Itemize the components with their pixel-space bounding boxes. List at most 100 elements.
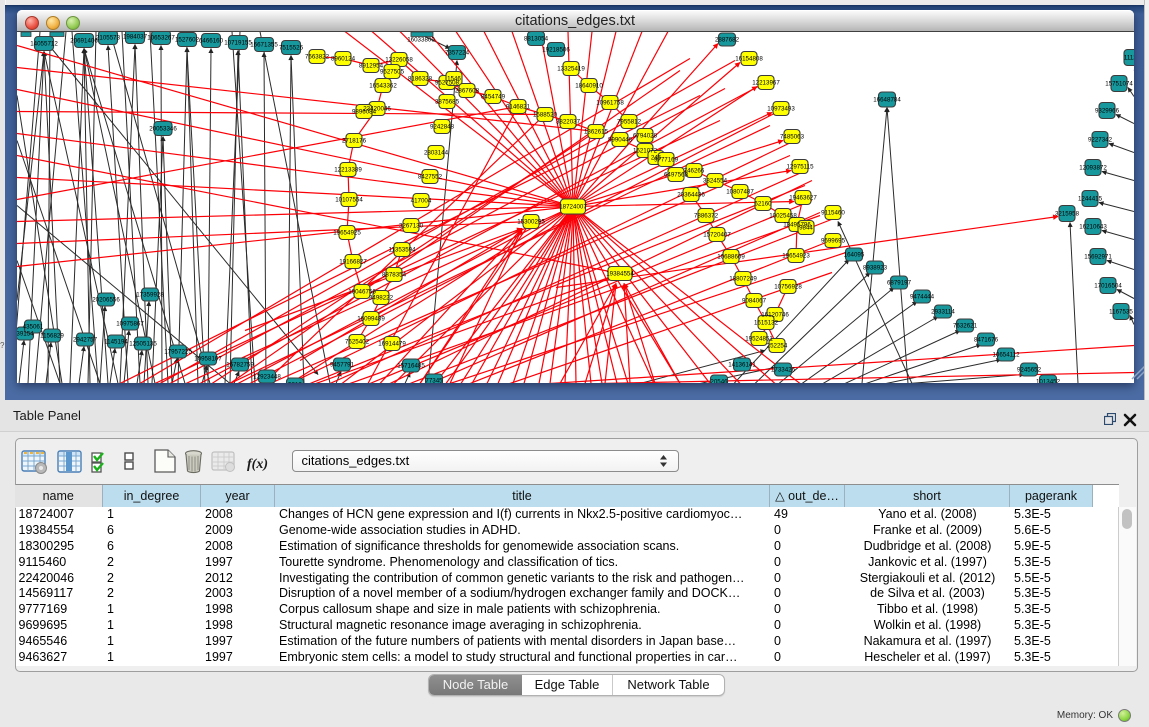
svg-text:39154: 39154 xyxy=(17,330,34,337)
svg-text:9474444: 9474444 xyxy=(909,293,934,300)
svg-text:1362615: 1362615 xyxy=(583,128,608,135)
svg-text:19654925: 19654925 xyxy=(333,229,361,236)
svg-text:7663822: 7663822 xyxy=(304,53,329,60)
svg-text:7625402: 7625402 xyxy=(344,338,369,345)
svg-text:19218506: 19218506 xyxy=(542,46,570,53)
svg-text:f(x): f(x) xyxy=(247,457,268,472)
svg-text:19463627: 19463627 xyxy=(789,194,817,201)
svg-text:20691406: 20691406 xyxy=(70,37,98,44)
svg-text:10688609: 10688609 xyxy=(717,253,745,260)
svg-text:5312: 5312 xyxy=(288,381,302,382)
svg-text:8813054: 8813054 xyxy=(523,35,548,42)
svg-text:8186328: 8186328 xyxy=(407,75,432,82)
svg-text:3267130: 3267130 xyxy=(398,222,423,229)
svg-text:2803144: 2803144 xyxy=(423,149,448,156)
svg-text:2942757: 2942757 xyxy=(72,336,97,343)
svg-text:1621072: 1621072 xyxy=(632,147,657,154)
svg-text:8454749: 8454749 xyxy=(480,93,505,100)
svg-text:435061: 435061 xyxy=(22,323,43,330)
svg-text:417004: 417004 xyxy=(410,197,431,204)
svg-text:16543362: 16543362 xyxy=(369,82,397,89)
svg-text:11353594: 11353594 xyxy=(388,246,416,253)
svg-text:2718176: 2718176 xyxy=(341,137,366,144)
svg-text:1984037: 1984037 xyxy=(122,33,147,40)
svg-text:7357224: 7357224 xyxy=(444,49,469,56)
svg-text:20206556: 20206556 xyxy=(92,296,120,303)
svg-text:9329966: 9329966 xyxy=(1094,107,1119,114)
svg-text:12093872: 12093872 xyxy=(1079,164,1107,171)
svg-text:1588520: 1588520 xyxy=(532,111,557,118)
svg-text:164095: 164095 xyxy=(843,251,864,258)
svg-text:7955812: 7955812 xyxy=(616,118,641,125)
svg-text:1167535: 1167535 xyxy=(1109,308,1133,315)
svg-text:16648784: 16648784 xyxy=(873,96,901,103)
svg-text:9699695: 9699695 xyxy=(820,237,845,244)
svg-text:1244415: 1244415 xyxy=(1077,195,1102,202)
svg-text:15300295: 15300295 xyxy=(517,218,545,225)
svg-text:8427552: 8427552 xyxy=(417,173,442,180)
svg-text:6794028: 6794028 xyxy=(632,132,657,139)
svg-text:10107554: 10107554 xyxy=(335,196,363,203)
svg-text:9777169: 9777169 xyxy=(653,156,678,163)
svg-text:16914479: 16914479 xyxy=(378,340,406,347)
svg-text:6879197: 6879197 xyxy=(886,279,911,286)
svg-text:19524851: 19524851 xyxy=(745,335,773,342)
svg-text:2867608: 2867608 xyxy=(454,87,479,94)
svg-text:10756928: 10756928 xyxy=(774,283,802,290)
svg-text:9896084: 9896084 xyxy=(351,108,376,115)
svg-text:8990448: 8990448 xyxy=(607,136,632,143)
svg-text:18807249: 18807249 xyxy=(729,275,757,282)
svg-text:9844: 9844 xyxy=(799,224,813,231)
svg-text:9527505: 9527505 xyxy=(379,68,404,75)
svg-text:8938923: 8938923 xyxy=(862,264,887,271)
svg-text:12975115: 12975115 xyxy=(786,163,814,170)
svg-text:10025458: 10025458 xyxy=(769,212,797,219)
svg-text:18724007: 18724007 xyxy=(559,203,587,210)
svg-text:11127: 11127 xyxy=(1123,54,1133,61)
svg-text:8878354: 8878354 xyxy=(381,271,406,278)
svg-text:10973493: 10973493 xyxy=(767,105,795,112)
svg-text:15751074: 15751074 xyxy=(1105,80,1133,87)
svg-text:10961758: 10961758 xyxy=(596,99,624,106)
svg-text:8960124: 8960124 xyxy=(330,55,355,62)
svg-text:2933114: 2933114 xyxy=(931,308,955,315)
svg-text:10719155: 10719155 xyxy=(224,39,252,46)
svg-text:14055712: 14055712 xyxy=(30,40,58,47)
svg-text:15692971: 15692971 xyxy=(1084,253,1112,260)
svg-text:16210643: 16210643 xyxy=(1079,223,1107,230)
svg-text:1145194: 1145194 xyxy=(104,338,128,345)
svg-text:13325419: 13325419 xyxy=(557,65,585,72)
svg-text:10653267: 10653267 xyxy=(147,34,175,41)
svg-text:16120746: 16120746 xyxy=(761,311,789,318)
svg-text:2887682: 2887682 xyxy=(714,36,739,43)
svg-text:9115460: 9115460 xyxy=(821,209,845,216)
svg-text:19654923: 19654923 xyxy=(782,252,810,259)
svg-text:17957225: 17957225 xyxy=(164,348,192,355)
svg-text:3875685: 3875685 xyxy=(434,98,459,105)
svg-text:16099489: 16099489 xyxy=(357,315,385,322)
svg-text:9245652: 9245652 xyxy=(1016,366,1041,373)
svg-text:14136141: 14136141 xyxy=(728,361,756,368)
svg-text:1733426: 1733426 xyxy=(770,366,795,373)
svg-text:3824554: 3824554 xyxy=(702,177,727,184)
svg-text:10807487: 10807487 xyxy=(726,188,754,195)
svg-text:9084067: 9084067 xyxy=(741,297,766,304)
svg-text:16671355: 16671355 xyxy=(250,41,278,48)
svg-text:16033809: 16033809 xyxy=(407,36,435,43)
svg-text:3822037: 3822037 xyxy=(555,118,580,125)
svg-text:2105573: 2105573 xyxy=(95,34,120,41)
svg-text:1013452: 1013452 xyxy=(1035,378,1060,382)
svg-text:12213389: 12213389 xyxy=(334,166,362,173)
svg-text:9242848: 9242848 xyxy=(429,123,454,130)
svg-text:1546: 1546 xyxy=(447,75,461,82)
svg-text:17359928: 17359928 xyxy=(136,291,164,298)
svg-text:746266: 746266 xyxy=(683,167,704,174)
svg-text:15720407: 15720407 xyxy=(703,231,731,238)
svg-text:20546: 20546 xyxy=(710,378,728,382)
svg-text:9227342: 9227342 xyxy=(1087,136,1112,143)
svg-text:7515526: 7515526 xyxy=(278,44,303,51)
svg-text:16782759: 16782759 xyxy=(226,361,254,368)
svg-text:1156829: 1156829 xyxy=(40,332,64,339)
svg-text:8471676: 8471676 xyxy=(973,336,998,343)
svg-text:7632621: 7632621 xyxy=(952,322,977,329)
